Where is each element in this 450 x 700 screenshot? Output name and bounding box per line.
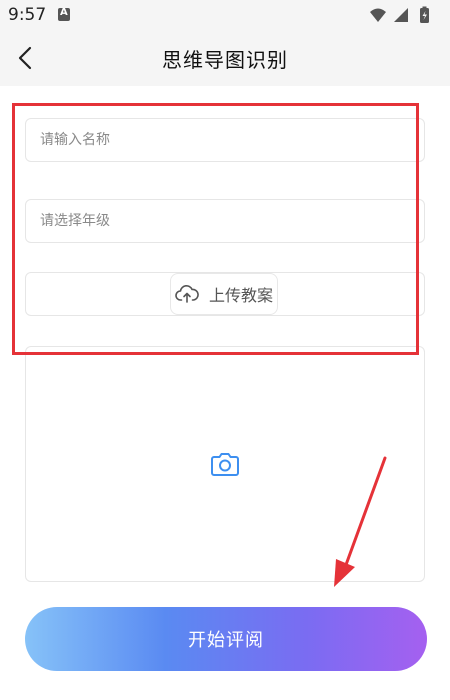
page-title: 思维导图识别	[162, 48, 288, 72]
app-header: 思维导图识别	[0, 30, 450, 86]
status-icons	[368, 6, 438, 24]
grade-select[interactable]	[26, 200, 424, 242]
camera-icon	[211, 453, 239, 476]
battery-charging-icon	[420, 6, 429, 23]
upload-row: 上传教案	[25, 272, 425, 316]
status-time: 9:57	[8, 5, 47, 25]
upload-label: 上传教案	[208, 286, 273, 305]
upload-lesson-plan-button[interactable]: 上传教案	[170, 273, 278, 315]
a-icon	[58, 7, 70, 21]
status-bar: 9:57	[0, 0, 450, 30]
start-review-button[interactable]: 开始评阅	[25, 607, 427, 671]
name-input[interactable]	[26, 119, 424, 161]
wifi-icon	[370, 8, 386, 22]
cloud-upload-icon	[175, 285, 199, 303]
signal-icon	[394, 8, 408, 22]
grade-field[interactable]	[25, 199, 425, 243]
name-field[interactable]	[25, 118, 425, 162]
photo-upload-area[interactable]	[25, 346, 425, 582]
